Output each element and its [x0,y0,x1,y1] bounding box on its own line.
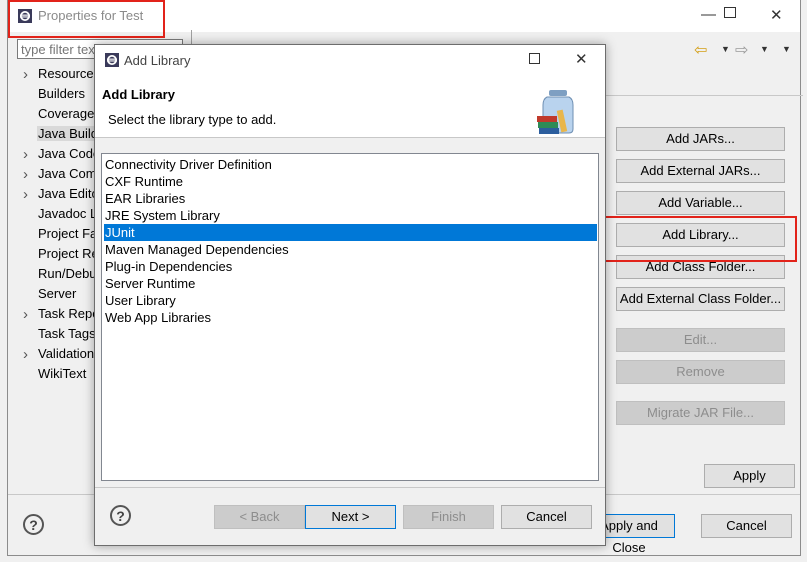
close-button[interactable]: ✕ [770,6,783,24]
expand-chevron-icon[interactable]: › [23,307,28,322]
maximize-button[interactable] [724,7,736,18]
edit-button[interactable]: Edit... [616,328,785,352]
tree-item[interactable]: WikiText [38,366,86,381]
library-list-item[interactable]: Plug-in Dependencies [104,258,597,275]
apply-button[interactable]: Apply [704,464,795,488]
add-library-dialog: Add Library ✕ Add Library Select the lib… [94,44,606,546]
library-list-item[interactable]: User Library [104,292,597,309]
forward-arrow-icon[interactable]: ⇨ [735,40,748,60]
maximize-button[interactable] [529,53,540,64]
dialog-title: Add Library [124,53,191,68]
tree-item[interactable]: Validation [38,346,94,361]
library-list-item[interactable]: Connectivity Driver Definition [104,156,597,173]
help-icon[interactable]: ? [110,505,131,526]
remove-button[interactable]: Remove [616,360,785,384]
view-menu-icon[interactable]: ▼ [782,44,791,54]
library-list-item[interactable]: Web App Libraries [104,309,597,326]
tree-item[interactable]: Builders [38,86,85,101]
migrate-jar-button[interactable]: Migrate JAR File... [616,401,785,425]
library-type-list[interactable]: Connectivity Driver Definition CXF Runtim… [101,153,599,481]
library-list-item[interactable]: EAR Libraries [104,190,597,207]
add-external-class-folder-button[interactable]: Add External Class Folder... [616,287,785,311]
tree-item[interactable]: Resource [38,66,94,81]
back-button[interactable]: < Back [214,505,305,529]
forward-dropdown-icon[interactable]: ▼ [760,44,769,54]
finish-button[interactable]: Finish [403,505,494,529]
next-button[interactable]: Next > [305,505,396,529]
dialog-header: Add Library Select the library type to a… [95,75,605,138]
add-variable-button[interactable]: Add Variable... [616,191,785,215]
library-list-item[interactable]: CXF Runtime [104,173,597,190]
tree-item[interactable]: Server [38,286,76,301]
divider [95,487,605,488]
expand-chevron-icon[interactable]: › [23,187,28,202]
library-list-item[interactable]: Maven Managed Dependencies [104,241,597,258]
expand-chevron-icon[interactable]: › [23,147,28,162]
back-arrow-icon[interactable]: ⇦ [694,40,707,60]
title-highlight-box [8,0,165,38]
tree-item[interactable]: Coverage [38,106,94,121]
expand-chevron-icon[interactable]: › [23,347,28,362]
minimize-button[interactable]: — [701,6,716,23]
add-jars-button[interactable]: Add JARs... [616,127,785,151]
tree-item[interactable]: Task Tags [38,326,96,341]
expand-chevron-icon[interactable]: › [23,67,28,82]
dialog-description: Select the library type to add. [108,112,277,127]
cancel-button[interactable]: Cancel [501,505,592,529]
library-list-item[interactable]: Server Runtime [104,275,597,292]
library-jar-icon [537,90,574,134]
cancel-button[interactable]: Cancel [701,514,792,538]
dialog-heading: Add Library [102,87,175,102]
add-external-jars-button[interactable]: Add External JARs... [616,159,785,183]
help-icon[interactable]: ? [23,514,44,535]
library-list-item[interactable]: JUnit [104,224,597,241]
add-library-highlight-box [599,216,797,262]
dialog-titlebar: Add Library ✕ [95,45,605,75]
close-button[interactable]: ✕ [575,50,588,68]
back-dropdown-icon[interactable]: ▼ [721,44,730,54]
eclipse-app-icon [105,53,119,67]
expand-chevron-icon[interactable]: › [23,167,28,182]
library-list-item[interactable]: JRE System Library [104,207,597,224]
